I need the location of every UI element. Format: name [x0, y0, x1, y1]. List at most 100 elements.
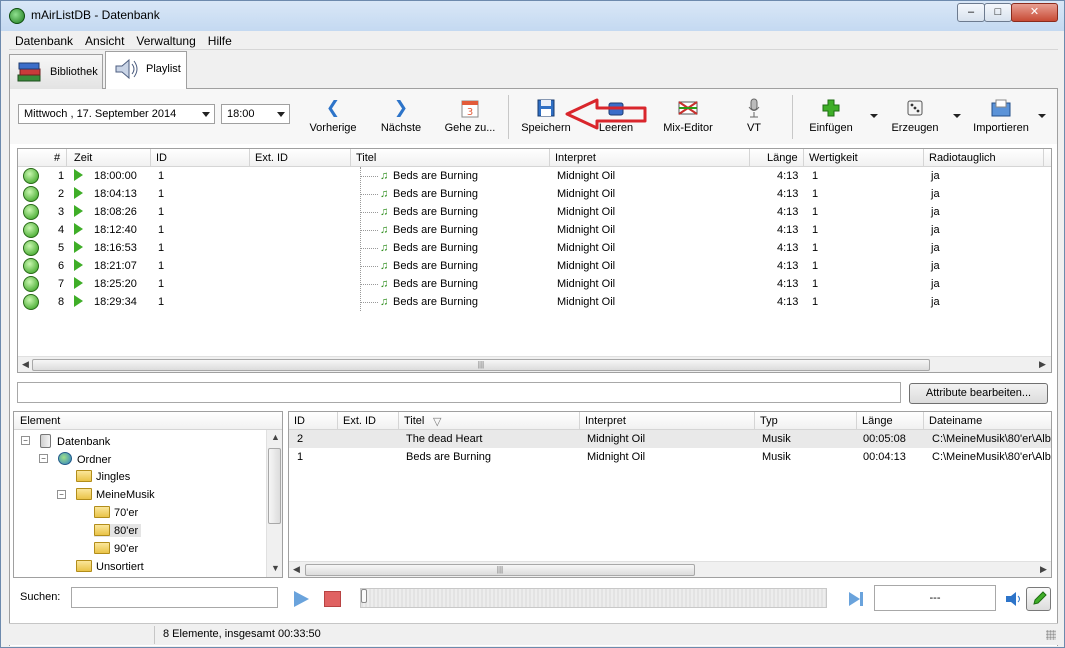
cell-radio: ja: [931, 242, 940, 254]
skip-next-icon[interactable]: [848, 591, 864, 607]
tree-item-90er[interactable]: 90'er: [94, 542, 138, 555]
col-radio[interactable]: Radiotauglich: [929, 152, 996, 164]
scrollbar-thumb[interactable]: |||: [32, 359, 930, 371]
col-number[interactable]: #: [54, 152, 60, 164]
scrollbar-thumb[interactable]: [268, 448, 281, 524]
menu-datenbank[interactable]: Datenbank: [9, 32, 79, 48]
tab-playlist[interactable]: Playlist: [105, 51, 187, 90]
scroll-left-icon[interactable]: ◀: [293, 564, 300, 575]
tab-bibliothek[interactable]: Bibliothek: [9, 54, 103, 89]
table-row[interactable]: 8 18:29:34 1 ♫ Beds are Burning Midnight Oil 4…: [18, 293, 1051, 311]
import-dropdown-icon[interactable]: [1038, 114, 1046, 118]
collapse-icon[interactable]: −: [21, 436, 30, 445]
scroll-left-icon[interactable]: ◀: [22, 359, 29, 370]
scroll-right-icon[interactable]: ▶: [1040, 564, 1047, 575]
collapse-icon[interactable]: −: [39, 454, 48, 463]
tree-item-jingles[interactable]: Jingles: [76, 470, 130, 483]
generate-button[interactable]: Erzeugen: [884, 97, 946, 137]
volume-icon[interactable]: [1004, 591, 1024, 607]
next-button[interactable]: ❯ Nächste: [373, 97, 429, 137]
table-row[interactable]: 5 18:16:53 1 ♫ Beds are Burning Midnight Oil 4…: [18, 239, 1051, 257]
lcol-id[interactable]: ID: [294, 415, 305, 427]
library-tree[interactable]: Element − Datenbank − Ordner Jingles − M…: [13, 411, 283, 578]
tree-item-80er[interactable]: 80'er: [94, 524, 142, 537]
import-button[interactable]: Importieren: [966, 97, 1036, 137]
pencil-icon: [1033, 591, 1047, 605]
tree-item-unsortiert[interactable]: Unsortiert: [76, 560, 144, 573]
col-time[interactable]: Zeit: [74, 152, 92, 164]
cell-id: 1: [158, 278, 165, 290]
table-row[interactable]: 3 18:08:26 1 ♫ Beds are Burning Midnight Oil 4…: [18, 203, 1051, 221]
maximize-button[interactable]: □: [984, 3, 1012, 22]
col-id[interactable]: ID: [156, 152, 167, 164]
goto-button[interactable]: 3 Gehe zu...: [440, 97, 500, 137]
insert-dropdown-icon[interactable]: [870, 114, 878, 118]
menu-ansicht[interactable]: Ansicht: [79, 32, 130, 48]
tree-line: [360, 266, 378, 267]
position-slider[interactable]: [360, 588, 827, 608]
list-item[interactable]: 2 The dead Heart Midnight Oil Musik 00:05:08…: [289, 430, 1051, 448]
table-row[interactable]: 7 18:25:20 1 ♫ Beds are Burning Midnight Oil 4…: [18, 275, 1051, 293]
resize-grip-icon[interactable]: [1046, 630, 1056, 640]
music-note-icon: ♫: [380, 260, 389, 272]
scroll-right-icon[interactable]: ▶: [1039, 359, 1046, 370]
tree-item-label: Unsortiert: [96, 561, 144, 573]
minimize-button[interactable]: ‒: [957, 3, 985, 22]
col-ext-id[interactable]: Ext. ID: [255, 152, 288, 164]
close-button[interactable]: ✕: [1011, 3, 1058, 22]
menu-hilfe[interactable]: Hilfe: [202, 32, 238, 48]
tree-item-70er[interactable]: 70'er: [94, 506, 138, 519]
search-input[interactable]: [71, 587, 278, 608]
tree-item-datenbank[interactable]: Datenbank: [40, 434, 110, 448]
col-title[interactable]: Titel: [356, 152, 376, 164]
list-item[interactable]: 1 Beds are Burning Midnight Oil Musik 00:04:…: [289, 448, 1051, 466]
lcol-artist[interactable]: Interpret: [585, 415, 626, 427]
cell-id: 1: [297, 451, 304, 463]
play-arrow-icon: [74, 187, 83, 199]
col-artist[interactable]: Interpret: [555, 152, 596, 164]
col-value[interactable]: Wertigkeit: [809, 152, 858, 164]
library-hscrollbar[interactable]: ◀ ||| ▶: [289, 561, 1051, 577]
toolbar: Mittwoch , 17. September 2014 18:00 ❮ Vo…: [10, 89, 1057, 144]
chevron-down-icon: [202, 112, 210, 117]
prev-button[interactable]: ❮ Vorherige: [305, 97, 361, 137]
lcol-type[interactable]: Typ: [760, 415, 778, 427]
cell-title: Beds are Burning: [406, 451, 491, 463]
date-picker[interactable]: Mittwoch , 17. September 2014: [18, 104, 215, 124]
col-length[interactable]: Länge: [767, 152, 798, 164]
lcol-filename[interactable]: Dateiname: [929, 415, 982, 427]
slider-handle[interactable]: [361, 589, 367, 603]
tree-item-ordner[interactable]: Ordner: [58, 452, 111, 466]
lcol-ext-id[interactable]: Ext. ID: [343, 415, 376, 427]
table-row[interactable]: 2 18:04:13 1 ♫ Beds are Burning Midnight Oil 4…: [18, 185, 1051, 203]
scroll-down-icon[interactable]: ▼: [271, 563, 280, 573]
lcol-length[interactable]: Länge: [862, 415, 893, 427]
tree-vscrollbar[interactable]: ▲ ▼: [266, 430, 282, 577]
time-select[interactable]: 18:00: [221, 104, 290, 124]
edit-attributes-button[interactable]: Attribute bearbeiten...: [909, 383, 1048, 404]
scrollbar-thumb[interactable]: |||: [305, 564, 695, 576]
stop-icon[interactable]: [324, 591, 341, 607]
table-row[interactable]: 1 18:00:00 1 ♫ Beds are Burning Midnight Oil 4…: [18, 167, 1051, 185]
table-row[interactable]: 6 18:21:07 1 ♫ Beds are Burning Midnight Oil 4…: [18, 257, 1051, 275]
play-icon[interactable]: [294, 591, 309, 607]
cell-time: 18:21:07: [94, 260, 137, 272]
playlist-hscrollbar[interactable]: ◀ ||| ▶: [18, 356, 1051, 372]
menu-verwaltung[interactable]: Verwaltung: [130, 32, 201, 48]
collapse-icon[interactable]: −: [57, 490, 66, 499]
cell-artist: Midnight Oil: [557, 224, 616, 236]
cell-length: 00:05:08: [863, 433, 906, 445]
lcol-title[interactable]: Titel: [404, 415, 424, 427]
library-list[interactable]: ID Ext. ID Titel ▽ Interpret Typ Länge D…: [288, 411, 1052, 578]
edit-button[interactable]: [1026, 587, 1051, 611]
scroll-up-icon[interactable]: ▲: [271, 432, 280, 442]
tree-item-meinemusik[interactable]: MeineMusik: [76, 488, 155, 501]
table-row[interactable]: 4 18:12:40 1 ♫ Beds are Burning Midnight Oil 4…: [18, 221, 1051, 239]
vt-button[interactable]: VT: [732, 97, 776, 137]
attributes-field[interactable]: [17, 382, 901, 403]
insert-button[interactable]: Einfügen: [800, 97, 862, 137]
playlist-grid[interactable]: # Zeit ID Ext. ID Titel Interpret Länge …: [17, 148, 1052, 373]
mix-editor-button[interactable]: Mix-Editor: [656, 97, 720, 137]
generate-dropdown-icon[interactable]: [953, 114, 961, 118]
music-note-icon: ♫: [380, 224, 389, 236]
